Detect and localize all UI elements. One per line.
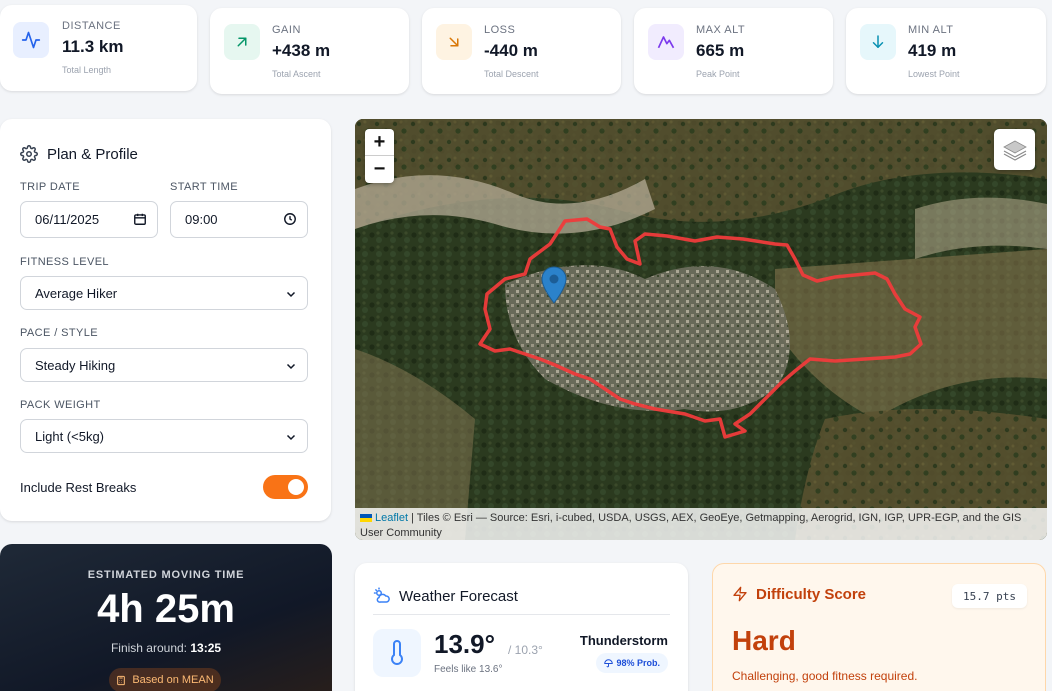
panel-title: Plan & Profile — [20, 145, 138, 163]
moving-time-caption: ESTIMATED MOVING TIME — [87, 569, 245, 581]
stat-label: MIN ALT — [908, 24, 954, 36]
temperature-min: / 10.3° — [508, 643, 543, 657]
precipitation-badge: 98% Prob. — [596, 653, 668, 673]
plan-profile-panel: Plan & Profile TRIP DATE 06/11/2025 STAR… — [0, 119, 331, 521]
chevron-down-icon — [286, 291, 296, 298]
weather-title: Weather Forecast — [373, 587, 518, 605]
route-track — [478, 217, 923, 439]
stat-card-max-alt: MAX ALT 665 m Peak Point — [634, 8, 833, 94]
stat-sub: Total Length — [62, 65, 112, 75]
moving-time-card: ESTIMATED MOVING TIME 4h 25m Finish arou… — [0, 544, 332, 691]
stat-label: MAX ALT — [696, 24, 746, 36]
fitness-level-select[interactable]: Average Hiker — [20, 276, 308, 310]
difficulty-title: Difficulty Score — [732, 585, 866, 603]
stat-card-min-alt: MIN ALT 419 m Lowest Point — [846, 8, 1046, 94]
pack-weight-value: Light (<5kg) — [35, 428, 105, 444]
stat-label: DISTANCE — [62, 20, 121, 32]
layers-icon — [1002, 140, 1027, 161]
umbrella-icon — [604, 658, 614, 667]
gear-icon — [20, 145, 38, 163]
location-pin-icon[interactable] — [541, 266, 567, 304]
difficulty-points-badge: 15.7 pts — [952, 584, 1027, 608]
fitness-level-label: FITNESS LEVEL — [20, 256, 109, 268]
stat-card-gain: GAIN +438 m Total Ascent — [210, 8, 409, 94]
feels-like: Feels like 13.6° — [434, 664, 503, 675]
trip-date-label: TRIP DATE — [20, 181, 81, 193]
mountain-icon — [648, 24, 684, 60]
start-time-label: START TIME — [170, 181, 238, 193]
difficulty-title-text: Difficulty Score — [756, 585, 867, 603]
stat-value: -440 m — [484, 41, 538, 60]
pack-weight-label: PACK WEIGHT — [20, 399, 101, 411]
fitness-level-value: Average Hiker — [35, 285, 118, 301]
stat-sub: Total Descent — [484, 69, 539, 79]
zoom-out-button[interactable]: − — [365, 156, 394, 183]
stat-card-distance: DISTANCE 11.3 km Total Length — [0, 5, 197, 91]
stat-sub: Total Ascent — [272, 69, 321, 79]
finish-label: Finish around: — [110, 641, 187, 655]
clock-icon[interactable] — [283, 212, 297, 226]
basis-badge: Based on MEAN — [109, 668, 221, 691]
arrow-down-icon — [860, 24, 896, 60]
temperature: 13.9° — [434, 629, 496, 659]
attribution-text: | Tiles © Esri — Source: Esri, i-cubed, … — [360, 512, 1022, 539]
trip-date-input[interactable]: 06/11/2025 — [20, 201, 158, 238]
pace-style-label: PACE / STYLE — [20, 327, 98, 339]
weather-condition: Thunderstorm — [579, 633, 668, 648]
route-map[interactable]: + − Leaflet | Tiles © Esri — Source: Esr… — [355, 119, 1047, 540]
moving-time-value: 4h 25m — [97, 587, 235, 631]
panel-title-text: Plan & Profile — [47, 145, 138, 163]
zoom-in-button[interactable]: + — [365, 129, 394, 156]
difficulty-level: Hard — [732, 625, 796, 656]
trip-date-value: 06/11/2025 — [35, 212, 100, 227]
stat-sub: Peak Point — [696, 69, 740, 79]
toggle-knob — [288, 479, 304, 495]
start-time-value: 09:00 — [185, 212, 218, 227]
finish-time: Finish around: 13:25 — [0, 641, 332, 655]
zoom-control: + − — [365, 129, 394, 183]
start-time-input[interactable]: 09:00 — [170, 201, 308, 238]
difficulty-card: Difficulty Score 15.7 pts Hard Challengi… — [712, 563, 1046, 691]
stat-value: 665 m — [696, 41, 745, 60]
rest-breaks-label: Include Rest Breaks — [20, 480, 137, 495]
layers-button[interactable] — [994, 129, 1035, 170]
pack-weight-select[interactable]: Light (<5kg) — [20, 419, 308, 453]
stat-label: LOSS — [484, 24, 516, 36]
stat-card-loss: LOSS -440 m Total Descent — [422, 8, 621, 94]
calendar-icon[interactable] — [133, 212, 147, 226]
precipitation-probability: 98% Prob. — [616, 658, 660, 668]
activity-icon — [13, 22, 49, 58]
lightning-icon — [733, 586, 747, 602]
pace-style-value: Steady Hiking — [35, 357, 116, 373]
finish-time-value: 13:25 — [190, 641, 222, 655]
weather-title-text: Weather Forecast — [399, 587, 518, 605]
stat-value: +438 m — [272, 41, 331, 60]
stat-label: GAIN — [272, 24, 301, 36]
difficulty-description: Challenging, good fitness required. — [732, 669, 918, 683]
stat-value: 419 m — [908, 41, 957, 60]
rest-breaks-toggle[interactable] — [263, 475, 308, 499]
stat-sub: Lowest Point — [908, 69, 960, 79]
trending-down-icon — [436, 24, 472, 60]
stat-value: 11.3 km — [62, 37, 124, 56]
thermometer-icon — [373, 629, 421, 677]
map-attribution: Leaflet | Tiles © Esri — Source: Esri, i… — [355, 508, 1047, 540]
weather-card: Weather Forecast 13.9° / 10.3° Feels lik… — [355, 563, 688, 691]
trending-up-icon — [224, 24, 260, 60]
basis-text: Based on MEAN — [132, 674, 214, 686]
leaflet-link[interactable]: Leaflet — [375, 512, 408, 524]
chevron-down-icon — [286, 363, 296, 370]
ukraine-flag-icon — [360, 514, 372, 523]
pace-style-select[interactable]: Steady Hiking — [20, 348, 308, 382]
cloud-sun-icon — [373, 587, 390, 603]
calculator-icon — [117, 675, 126, 685]
chevron-down-icon — [286, 434, 296, 441]
divider — [373, 614, 670, 615]
